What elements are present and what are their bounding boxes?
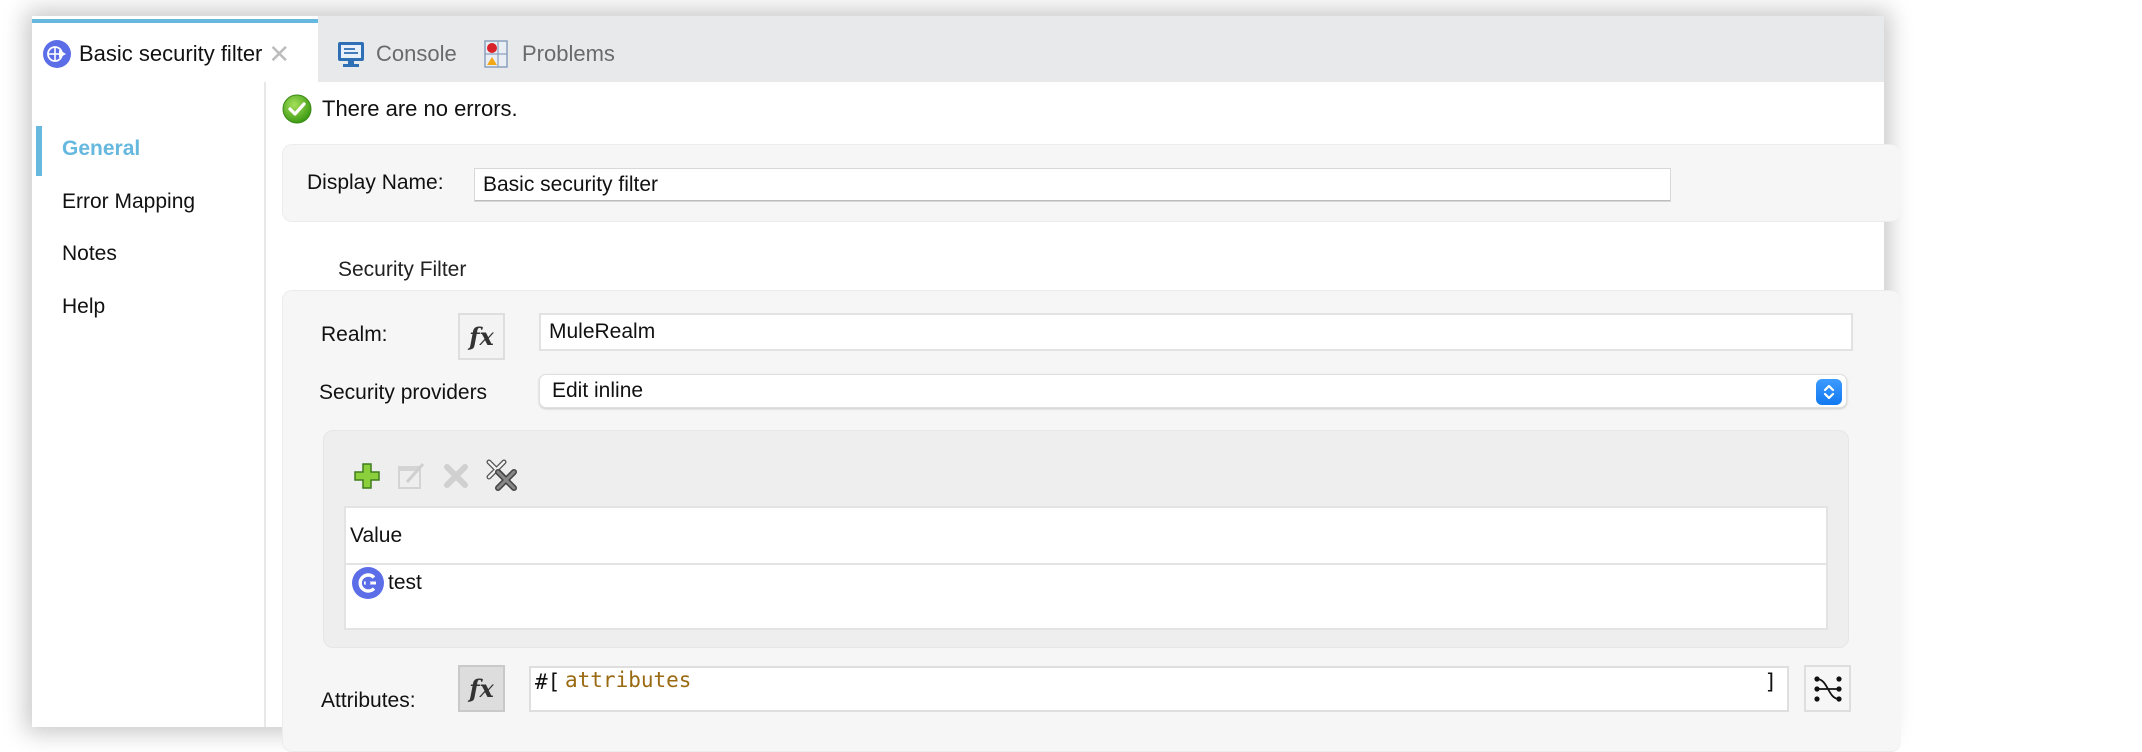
security-providers-select[interactable]: Edit inline: [539, 374, 1847, 408]
column-header-label: Value: [350, 523, 403, 547]
sidebar-active-indicator: [36, 126, 42, 176]
sidebar-item-error-mapping[interactable]: Error Mapping: [62, 190, 195, 214]
tab-basic-security-filter[interactable]: Basic security filter ✕: [32, 16, 318, 82]
mule-component-icon: [42, 39, 72, 69]
sidebar: General Error Mapping Notes Help: [32, 82, 266, 727]
attributes-expression-input[interactable]: #[ attributes ]: [529, 666, 1789, 712]
general-group: Display Name: Basic security filter: [282, 144, 1901, 222]
realm-input[interactable]: MuleRealm: [539, 313, 1853, 351]
tab-label: Basic security filter: [79, 41, 263, 66]
show-transform-button[interactable]: [1804, 665, 1851, 712]
tab-label: Problems: [522, 41, 615, 66]
tab-bar: Basic security filter ✕ Console Problems: [32, 16, 1884, 82]
realm-label: Realm:: [321, 323, 388, 346]
row-value: test: [388, 571, 422, 594]
security-providers-label: Security providers: [319, 381, 488, 404]
display-name-label: Display Name:: [307, 171, 444, 194]
display-name-input[interactable]: Basic security filter: [474, 168, 1671, 202]
attributes-expression-toggle[interactable]: fx: [458, 665, 505, 712]
security-filter-section-title: Security Filter: [338, 258, 467, 281]
connector-icon: [352, 567, 384, 599]
data-mapping-icon: [1813, 675, 1842, 702]
sidebar-item-general[interactable]: General: [62, 137, 140, 161]
table-header-value[interactable]: Value: [346, 508, 1826, 565]
delete-icon: [440, 460, 472, 492]
main-content: There are no errors. Display Name: Basic…: [266, 82, 1901, 752]
remove-all-icon[interactable]: [484, 458, 517, 491]
realm-expression-toggle[interactable]: fx: [458, 313, 505, 360]
table-row[interactable]: test: [346, 565, 1826, 601]
select-chevrons-icon: [1816, 379, 1842, 405]
providers-table: Value test: [344, 506, 1828, 630]
validation-status: There are no errors.: [282, 94, 518, 124]
status-text: There are no errors.: [322, 96, 518, 121]
console-icon: [336, 39, 366, 69]
expression-suffix: ]: [1764, 670, 1777, 694]
tab-label: Console: [376, 41, 457, 66]
tab-problems[interactable]: Problems: [482, 16, 615, 82]
security-filter-group: Realm: fx MuleRealm Security providers E…: [282, 290, 1901, 752]
close-tab-icon[interactable]: ✕: [268, 41, 290, 67]
sidebar-item-help[interactable]: Help: [62, 295, 105, 319]
tab-console[interactable]: Console: [336, 16, 457, 82]
add-icon[interactable]: [351, 460, 383, 492]
properties-panel: Basic security filter ✕ Console Problems…: [32, 16, 1901, 752]
providers-list-box: Value test: [323, 430, 1849, 648]
fx-icon: fx: [469, 322, 494, 351]
problems-icon: [482, 39, 512, 69]
edit-icon: [396, 460, 428, 492]
expression-text: attributes: [565, 668, 692, 692]
security-providers-selected: Edit inline: [552, 379, 644, 402]
expression-prefix: #[: [535, 670, 561, 694]
check-circle-icon: [282, 94, 312, 124]
attributes-label: Attributes:: [321, 689, 416, 712]
fx-icon: fx: [469, 674, 494, 703]
sidebar-item-notes[interactable]: Notes: [62, 242, 117, 266]
